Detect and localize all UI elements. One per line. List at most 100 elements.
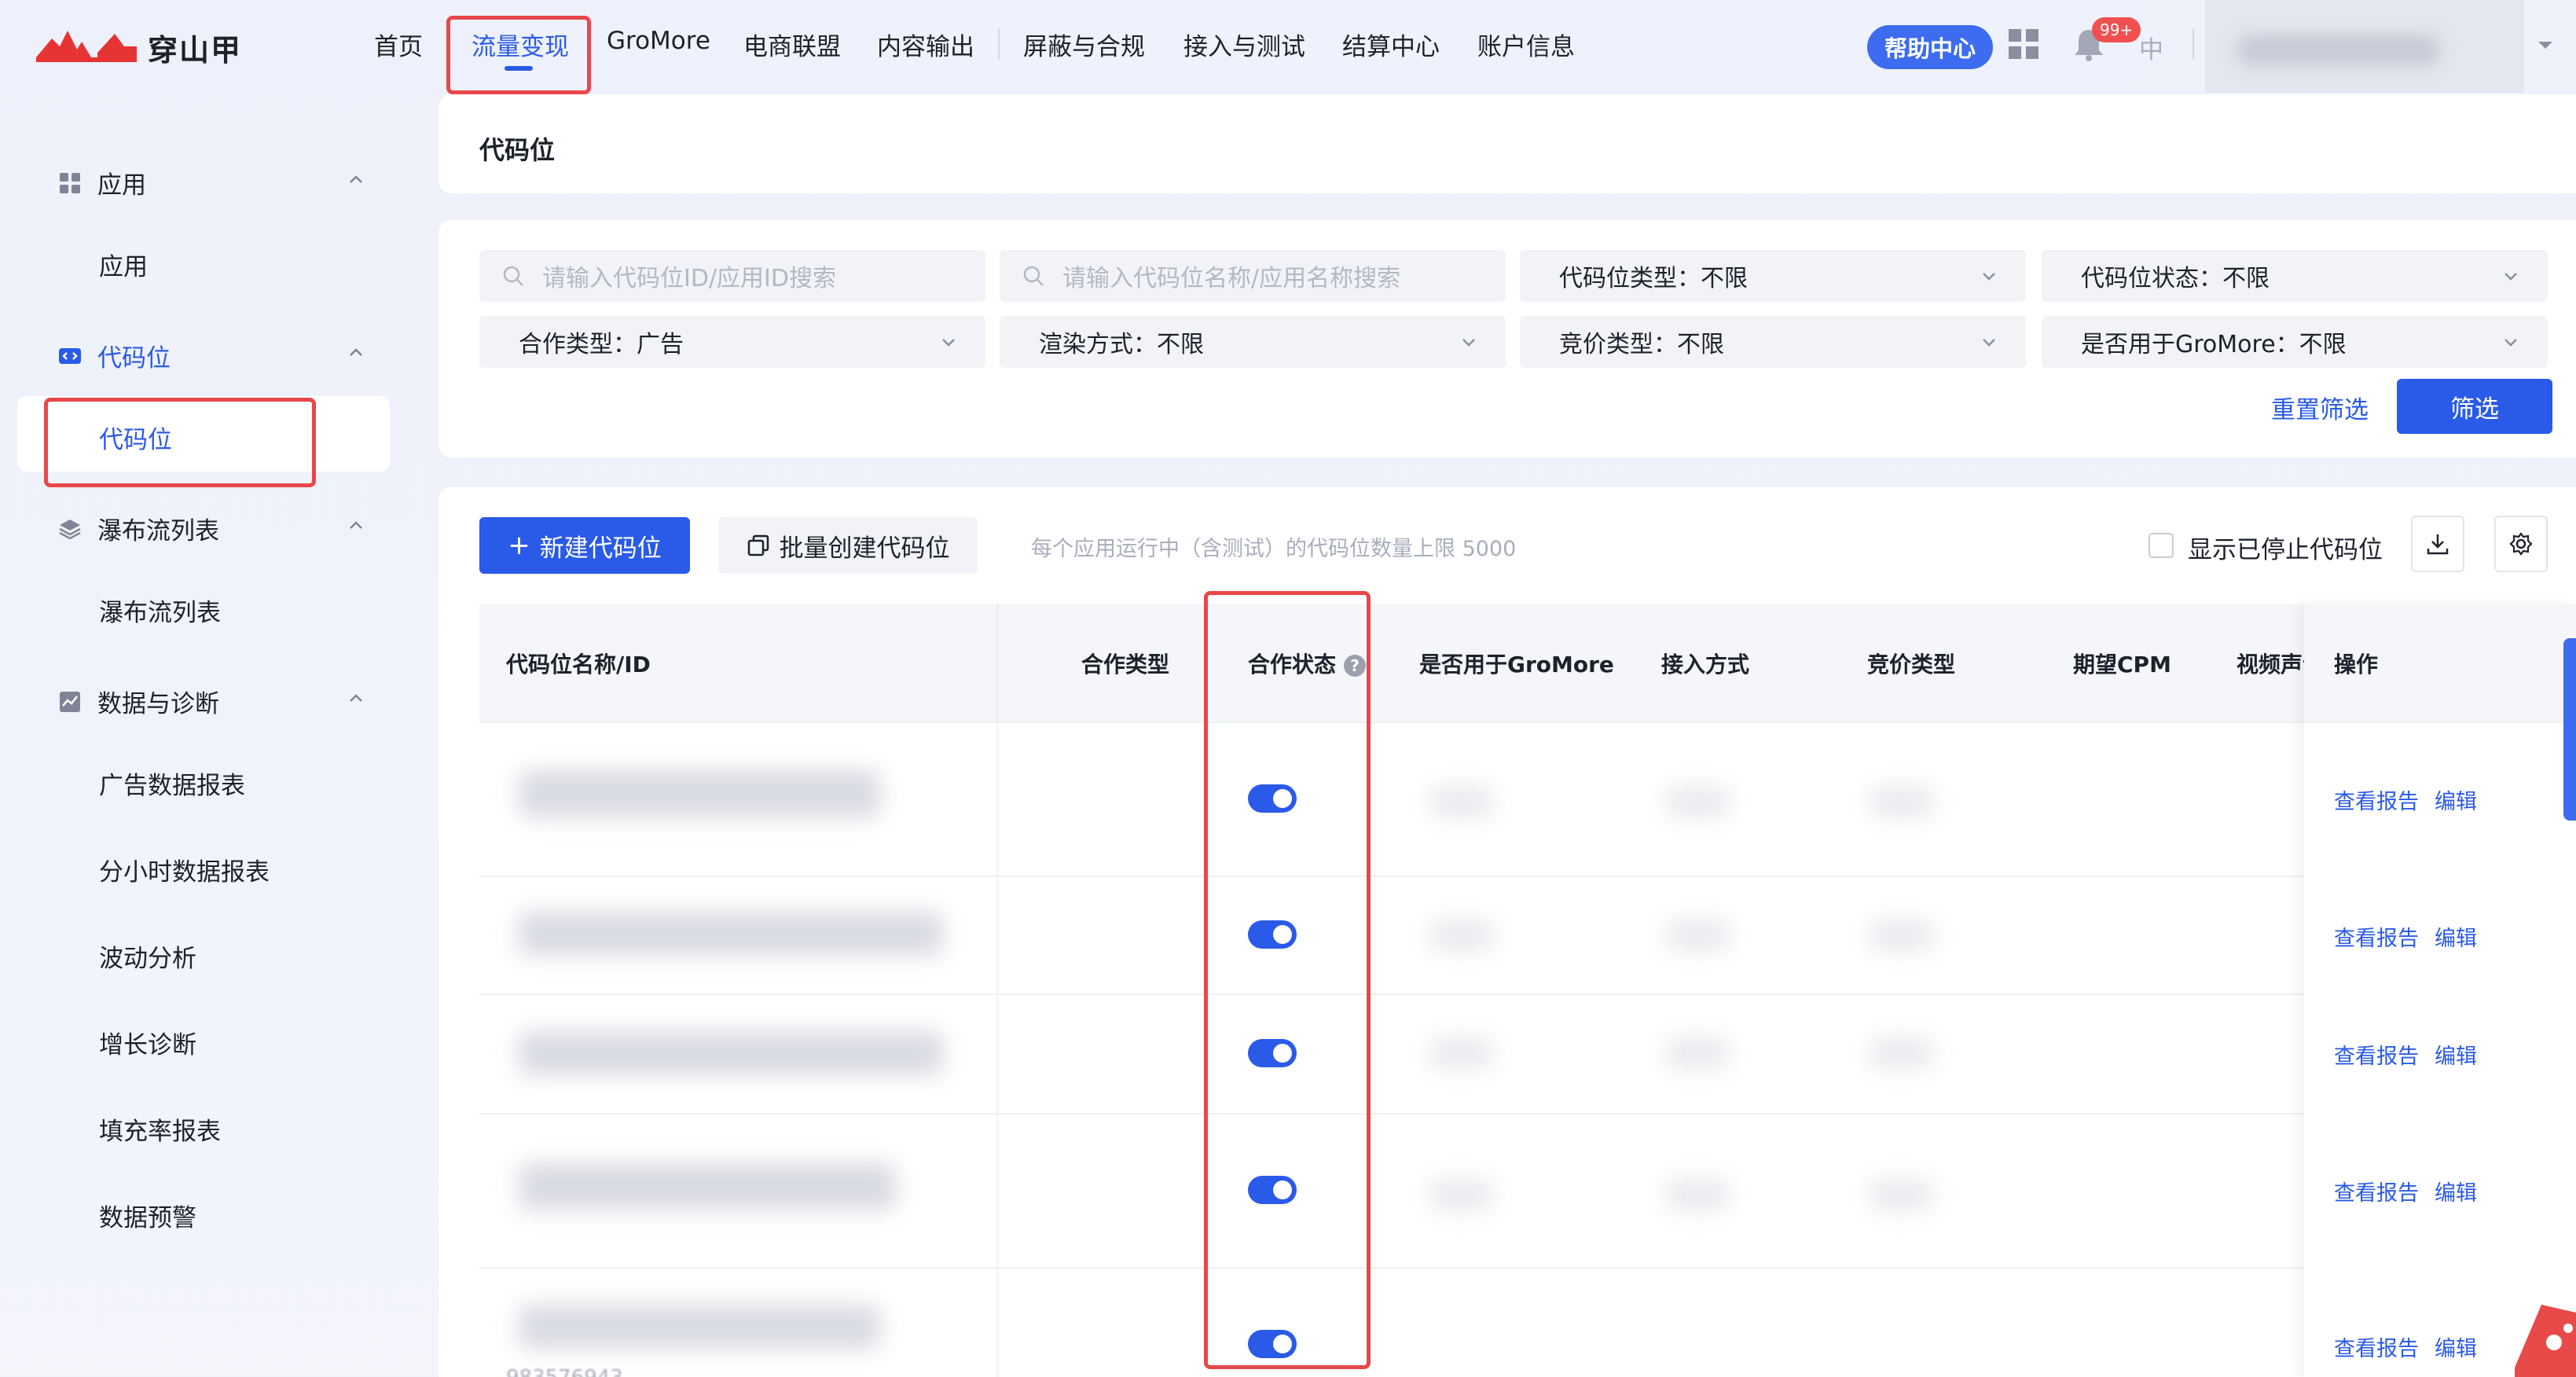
edit-link[interactable]: 编辑: [2435, 784, 2477, 815]
edit-link[interactable]: 编辑: [2435, 1039, 2477, 1070]
select-gromore-usage[interactable]: 是否用于GroMore：不限: [2042, 316, 2548, 368]
sidebar-group-code-slots[interactable]: 代码位: [58, 338, 171, 373]
assistant-mascot-icon[interactable]: [2507, 1281, 2576, 1377]
nav-home[interactable]: 首页: [374, 27, 423, 62]
view-report-link[interactable]: 查看报告: [2334, 1331, 2419, 1362]
sidebar-item-fluctuation-analysis[interactable]: 波动分析: [99, 938, 196, 974]
help-icon[interactable]: ?: [1344, 655, 1367, 677]
download-button[interactable]: [2411, 516, 2464, 572]
row-divider: [479, 1113, 2576, 1114]
batch-create-button[interactable]: 批量创建代码位: [718, 517, 978, 574]
blurred-cell: [1430, 1037, 1493, 1069]
edit-link[interactable]: 编辑: [2435, 1331, 2477, 1362]
status-toggle-row-4[interactable]: [1248, 1176, 1297, 1204]
nav-active-indicator: [505, 66, 533, 71]
nav-block-compliance[interactable]: 屏蔽与合规: [1023, 27, 1145, 62]
status-toggle-row-5[interactable]: [1248, 1330, 1297, 1358]
sidebar-item-fill-rate-report[interactable]: 填充率报表: [99, 1111, 221, 1147]
help-center-button[interactable]: 帮助中心: [1867, 25, 1993, 69]
new-code-slot-button[interactable]: + 新建代码位: [479, 517, 690, 574]
column-header-gromore[interactable]: 是否用于GroMore: [1419, 648, 1614, 679]
layers-icon: [59, 519, 81, 539]
blurred-cell: [1870, 920, 1933, 951]
search-icon: [503, 266, 523, 286]
chevron-down-icon: [1983, 339, 1995, 347]
sidebar: [0, 94, 437, 1377]
column-header-cooperation-type[interactable]: 合作类型: [1081, 648, 1169, 679]
sidebar-item-apps[interactable]: 应用: [99, 247, 148, 282]
status-toggle-row-1[interactable]: [1248, 784, 1297, 813]
nav-content-output[interactable]: 内容输出: [877, 27, 974, 62]
column-header-name-id[interactable]: 代码位名称/ID: [506, 648, 651, 679]
vertical-scrollbar[interactable]: [2563, 638, 2576, 821]
view-report-link[interactable]: 查看报告: [2334, 1039, 2419, 1070]
page-header: [439, 94, 2576, 193]
sidebar-item-hourly-report[interactable]: 分小时数据报表: [99, 852, 270, 887]
view-report-link[interactable]: 查看报告: [2334, 1176, 2419, 1206]
brand-logo[interactable]: 穿山甲: [36, 25, 242, 69]
nav-integration-testing[interactable]: 接入与测试: [1183, 27, 1305, 62]
nav-traffic-monetization[interactable]: 流量变现: [472, 27, 569, 62]
select-slot-status[interactable]: 代码位状态：不限: [2042, 250, 2548, 302]
language-switch[interactable]: 中: [2139, 30, 2163, 65]
blurred-cell: [519, 770, 880, 817]
edit-link[interactable]: 编辑: [2435, 921, 2477, 952]
user-account-menu[interactable]: [2205, 0, 2524, 93]
column-header-video-sound-clip: 视频声音: [2237, 648, 2304, 679]
search-id-input[interactable]: 请输入代码位ID/应用ID搜索: [479, 250, 985, 302]
search-name-input[interactable]: 请输入代码位名称/应用名称搜索: [1000, 250, 1506, 302]
row-divider: [479, 722, 2576, 723]
column-header-video-sound[interactable]: 视频声音: [2237, 648, 2304, 679]
blurred-cell: [519, 1031, 943, 1075]
status-toggle-row-2[interactable]: [1248, 920, 1297, 949]
chevron-down-icon: [1983, 273, 1995, 281]
view-report-link[interactable]: 查看报告: [2334, 784, 2419, 815]
select-render-mode[interactable]: 渲染方式：不限: [1000, 316, 1506, 368]
sidebar-group-label: 应用: [97, 171, 146, 200]
blurred-cell: [1430, 920, 1493, 951]
partial-slot-id: 983576943: [506, 1366, 623, 1377]
select-slot-type[interactable]: 代码位类型：不限: [1520, 250, 2026, 302]
sidebar-group-label: 数据与诊断: [97, 690, 219, 718]
chevron-down-icon: [2504, 273, 2517, 281]
nav-gromore[interactable]: GroMore: [607, 27, 710, 55]
column-header-operations[interactable]: 操作: [2334, 648, 2378, 679]
show-stopped-label[interactable]: 显示已停止代码位: [2188, 530, 2383, 565]
apps-grid-icon[interactable]: [2009, 29, 2038, 59]
chevron-up-icon[interactable]: [346, 516, 366, 536]
sidebar-item-ad-report[interactable]: 广告数据报表: [99, 766, 245, 801]
sidebar-item-data-alert[interactable]: 数据预警: [99, 1198, 196, 1233]
column-header-bidding-type[interactable]: 竞价类型: [1867, 648, 1955, 679]
status-toggle-row-3[interactable]: [1248, 1039, 1297, 1067]
select-cooperation-type[interactable]: 合作类型：广告: [479, 316, 985, 368]
chevron-up-icon[interactable]: [346, 688, 366, 709]
column-header-expected-cpm[interactable]: 期望CPM: [2073, 648, 2171, 679]
reset-filters-link[interactable]: 重置筛选: [2271, 390, 2369, 425]
chevron-up-icon[interactable]: [346, 170, 366, 190]
row-divider: [2304, 722, 2576, 723]
filter-submit-button[interactable]: 筛选: [2397, 379, 2552, 434]
batch-create-label: 批量创建代码位: [779, 534, 950, 563]
sidebar-item-code-slots[interactable]: 代码位: [99, 420, 172, 455]
sidebar-group-waterfall[interactable]: 瀑布流列表: [58, 511, 219, 546]
view-report-link[interactable]: 查看报告: [2334, 921, 2419, 952]
nav-ecommerce-alliance[interactable]: 电商联盟: [743, 27, 841, 62]
sidebar-group-apps[interactable]: 应用: [58, 165, 146, 200]
gear-icon: [2509, 532, 2533, 556]
sidebar-item-growth-diagnosis[interactable]: 增长诊断: [99, 1025, 196, 1060]
chevron-up-icon[interactable]: [346, 343, 366, 363]
nav-settlement[interactable]: 结算中心: [1342, 27, 1440, 62]
table-settings-button[interactable]: [2494, 516, 2548, 572]
sidebar-item-waterfall[interactable]: 瀑布流列表: [99, 593, 221, 628]
sidebar-group-data-diagnostics[interactable]: 数据与诊断: [58, 684, 219, 719]
select-bidding-type[interactable]: 竞价类型：不限: [1520, 316, 2026, 368]
plus-icon: +: [508, 530, 530, 561]
chevron-down-icon[interactable]: [2535, 35, 2556, 55]
nav-account-info[interactable]: 账户信息: [1477, 27, 1575, 62]
edit-link[interactable]: 编辑: [2435, 1176, 2477, 1206]
column-header-cooperation-status[interactable]: 合作状态?: [1248, 648, 1367, 679]
show-stopped-checkbox[interactable]: [2149, 533, 2174, 558]
column-header-access-method[interactable]: 接入方式: [1661, 648, 1749, 679]
select-value: 竞价类型：不限: [1559, 331, 1724, 358]
blurred-cell: [1666, 920, 1729, 951]
